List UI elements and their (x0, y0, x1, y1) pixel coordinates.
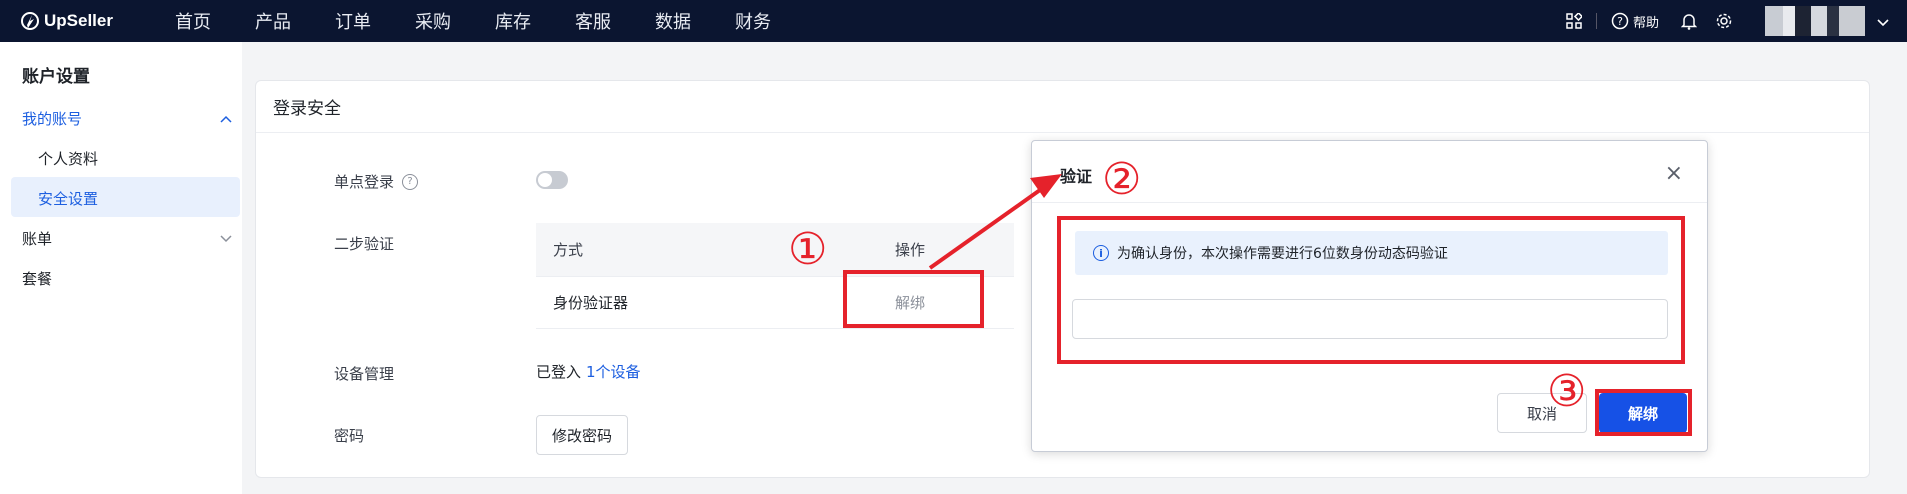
main-nav: 首页 产品 订单 采购 库存 客服 数据 财务 (175, 8, 815, 34)
device-text: 已登入 (536, 363, 582, 381)
gear-icon[interactable] (1715, 12, 1733, 30)
method-cell: 身份验证器 (553, 294, 629, 312)
nav-finance[interactable]: 财务 (735, 8, 771, 34)
apps-grid-icon[interactable] (1566, 13, 1582, 29)
upseller-logo[interactable]: UpSeller (20, 11, 148, 31)
bell-icon[interactable] (1681, 12, 1697, 30)
annotation-step-2: ② (1102, 154, 1142, 205)
nav-inventory[interactable]: 库存 (495, 8, 531, 34)
device-info: 已登入 1个设备 (536, 361, 641, 382)
annotation-box-verification (1057, 216, 1685, 364)
sidebar-item-plan[interactable]: 套餐 (22, 268, 232, 289)
nav-data[interactable]: 数据 (655, 8, 691, 34)
dialog-title: 验证 (1060, 167, 1093, 186)
top-right-tools: ? 帮助 (1566, 0, 1907, 42)
table-header: 方式 操作 (536, 223, 1014, 277)
annotation-step-3: ③ (1547, 366, 1587, 417)
annotation-box-unbind (843, 270, 984, 328)
top-nav-bar: UpSeller 首页 产品 订单 采购 库存 客服 数据 财务 ? 帮助 (0, 0, 1907, 42)
column-header-action: 操作 (895, 241, 926, 259)
change-password-button[interactable]: 修改密码 (536, 415, 628, 455)
annotation-step-1: ① (788, 224, 828, 275)
sidebar-item-label: 我的账号 (22, 110, 83, 128)
help-icon: ? (1611, 12, 1629, 30)
sidebar-item-security[interactable]: 安全设置 (38, 188, 98, 209)
avatar[interactable] (1765, 6, 1865, 36)
sso-label: 单点登录 ? (334, 171, 419, 192)
chevron-up-icon (220, 115, 232, 123)
sidebar-item-profile[interactable]: 个人资料 (38, 148, 98, 169)
sidebar: 账户设置 我的账号 个人资料 安全设置 账单 套餐 (0, 42, 242, 494)
sidebar-item-label: 账单 (22, 230, 53, 248)
sidebar-item-my-account[interactable]: 我的账号 (22, 108, 232, 129)
nav-orders[interactable]: 订单 (335, 8, 371, 34)
sidebar-title: 账户设置 (22, 67, 90, 87)
card-title: 登录安全 (256, 81, 1869, 133)
logo-text: UpSeller (44, 11, 113, 30)
sidebar-item-label: 套餐 (22, 270, 53, 288)
sidebar-item-billing[interactable]: 账单 (22, 228, 232, 249)
logo-icon (21, 12, 39, 30)
two-step-label: 二步验证 (334, 235, 395, 253)
device-link[interactable]: 1个设备 (586, 363, 641, 381)
column-header-method: 方式 (553, 241, 584, 259)
question-icon[interactable]: ? (402, 173, 419, 190)
chevron-down-icon[interactable] (1877, 12, 1889, 31)
help-label: 帮助 (1632, 15, 1659, 31)
annotation-box-confirm (1595, 389, 1692, 436)
password-label: 密码 (334, 427, 365, 445)
nav-purchase[interactable]: 采购 (415, 8, 451, 34)
nav-customer-service[interactable]: 客服 (575, 8, 611, 34)
nav-home[interactable]: 首页 (175, 8, 211, 34)
sso-toggle[interactable] (536, 171, 568, 189)
help-button[interactable]: ? 帮助 (1611, 12, 1659, 31)
device-label: 设备管理 (334, 365, 395, 383)
sso-label-text: 单点登录 (334, 173, 395, 191)
svg-text:?: ? (1617, 15, 1623, 28)
close-icon[interactable]: × (1665, 163, 1683, 185)
divider (1595, 13, 1597, 29)
nav-products[interactable]: 产品 (255, 8, 291, 34)
chevron-down-icon (220, 234, 232, 242)
